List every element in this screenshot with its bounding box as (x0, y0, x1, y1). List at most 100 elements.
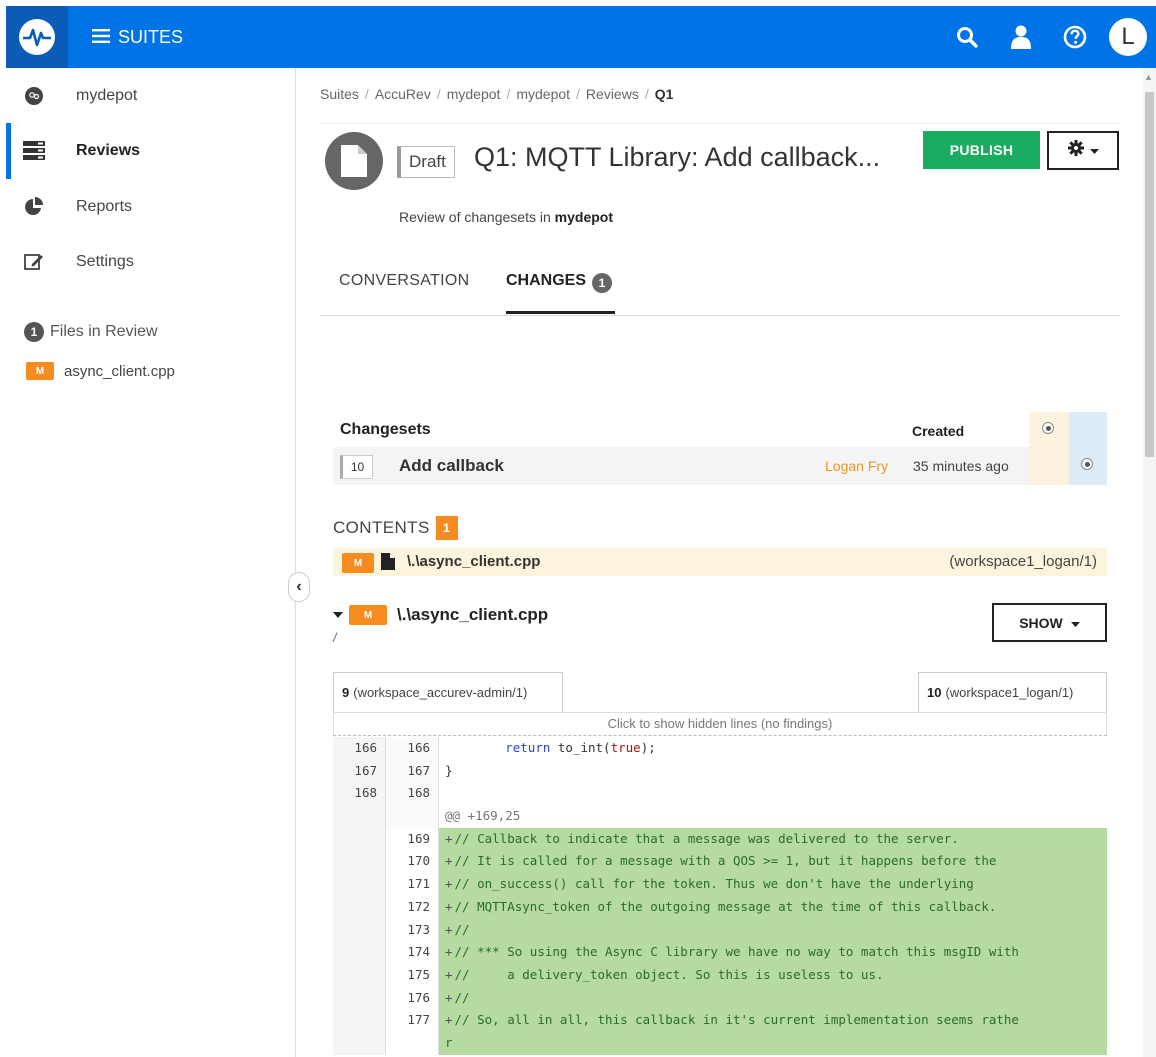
radio-button[interactable] (1042, 422, 1054, 434)
tab-changes[interactable]: CHANGES 1 (506, 272, 615, 314)
content-file-row[interactable]: M \.\async_client.cpp (workspace1_logan/… (333, 548, 1107, 576)
code-text: // (454, 989, 470, 1005)
search-icon[interactable] (940, 6, 994, 68)
breadcrumb-separator: / (506, 86, 511, 102)
changeset-number[interactable]: 10 (340, 455, 373, 479)
breadcrumb-item[interactable]: AccuRev (375, 86, 431, 102)
app-logo[interactable] (6, 6, 68, 68)
diff-line: 172 +// MQTTAsync_token of the outgoing m… (333, 895, 1107, 919)
breadcrumb-item[interactable]: mydepot (447, 86, 501, 102)
left-revision-tab[interactable]: 9 (workspace_accurev-admin/1) (333, 672, 563, 712)
breadcrumb-item[interactable]: Suites (320, 86, 359, 102)
tab-conversation[interactable]: CONVERSATION (339, 272, 469, 314)
sidebar-item-label: mydepot (76, 87, 138, 104)
code-text: // Callback to indicate that a message w… (454, 830, 959, 846)
help-icon[interactable] (1048, 6, 1102, 68)
code-cell: r (439, 1031, 1107, 1055)
right-revision-tab[interactable]: 10 (workspace1_logan/1) (918, 672, 1107, 712)
top-bar: SUITES L (6, 6, 1156, 68)
collapse-caret-icon[interactable] (333, 608, 343, 622)
breadcrumb-item[interactable]: Reviews (586, 86, 639, 102)
sidebar-item-label: Reports (76, 198, 133, 215)
added-marker: + (445, 921, 453, 937)
changesets-heading: Changesets (340, 421, 431, 438)
scrollbar-thumb[interactable] (1145, 92, 1154, 457)
right-revision-number: 10 (927, 685, 942, 700)
page-title: Q1: MQTT Library: Add callback... (474, 142, 881, 172)
added-marker: + (445, 853, 453, 869)
code-text: // on_success() call for the token. Thus… (454, 876, 974, 892)
changeset-author[interactable]: Logan Fry (825, 458, 888, 474)
right-line-number: 171 (386, 873, 439, 896)
sidebar-item-mydepot[interactable]: mydepot (6, 68, 295, 124)
pie-chart-icon (22, 195, 46, 219)
pulse-icon (19, 19, 55, 55)
depot-icon (22, 84, 46, 108)
sidebar-item-settings[interactable]: Settings (6, 234, 295, 290)
left-line-number (333, 805, 386, 828)
publish-button[interactable]: PUBLISH (923, 131, 1040, 169)
left-line-number: 166 (333, 737, 386, 760)
sidebar-file-name: async_client.cpp (64, 362, 175, 380)
subtitle-prefix: Review of changesets in (399, 209, 551, 225)
files-heading-label: Files in Review (50, 323, 158, 340)
suites-menu-button[interactable]: SUITES (92, 6, 183, 68)
sidebar-item-label: Settings (76, 253, 134, 270)
status-badge: Draft (397, 146, 455, 178)
added-marker: + (445, 830, 453, 846)
right-line-number: 170 (386, 850, 439, 874)
user-avatar-button[interactable]: L (1102, 6, 1156, 68)
left-revision-workspace: (workspace_accurev-admin/1) (353, 685, 528, 700)
left-line-number (333, 1031, 386, 1055)
added-marker: + (445, 966, 453, 982)
show-dropdown-button[interactable]: SHOW (992, 603, 1107, 642)
content-file-path: \.\async_client.cpp (407, 553, 541, 570)
right-line-number (386, 805, 439, 828)
settings-dropdown-button[interactable] (1047, 131, 1119, 170)
radio-button[interactable] (1081, 458, 1093, 470)
sidebar-item-reports[interactable]: Reports (6, 179, 295, 235)
diff-line: 167 167} (333, 759, 1107, 783)
left-line-number (333, 1009, 386, 1032)
subtitle-depot: mydepot (554, 209, 613, 225)
code-cell: +// on_success() call for the token. Thu… (439, 873, 1107, 896)
code-cell: +// Callback to indicate that a message … (439, 827, 1107, 851)
hamburger-icon (92, 27, 110, 48)
contents-label: CONTENTS (333, 518, 430, 537)
diff-line: 175 +// a delivery_token object. So this … (333, 963, 1107, 987)
user-icon[interactable] (994, 6, 1048, 68)
left-line-number (333, 827, 386, 851)
divider (320, 123, 1120, 124)
code-cell: } (439, 760, 1107, 783)
changeset-created: 35 minutes ago (913, 458, 1009, 474)
breadcrumb-separator: / (436, 86, 441, 102)
modified-badge: M (26, 362, 54, 380)
code-text: @@ +169,25 (445, 808, 521, 824)
right-line-number (386, 1031, 439, 1055)
changeset-name: Add callback (399, 456, 504, 475)
sidebar-file-item[interactable]: M async_client.cpp (26, 362, 175, 380)
code-text: // It is called for a message with a QOS… (454, 853, 997, 869)
breadcrumb-separator: / (644, 86, 649, 102)
show-hidden-lines-button[interactable]: Click to show hidden lines (no findings) (333, 712, 1107, 736)
radio-column-b (1069, 412, 1107, 485)
collapse-sidebar-button[interactable]: ‹ (288, 572, 310, 602)
scroll-up-icon[interactable]: ▲ (1144, 72, 1153, 82)
left-line-number (333, 850, 386, 874)
right-line-number: 167 (386, 759, 439, 783)
code-cell: +// a delivery_token object. So this is … (439, 963, 1107, 987)
added-marker: + (445, 944, 453, 960)
right-revision-workspace: (workspace1_logan/1) (945, 685, 1074, 700)
breadcrumb-item[interactable]: mydepot (516, 86, 570, 102)
diff-line: r (333, 1031, 1107, 1055)
files-count-badge: 1 (24, 322, 44, 342)
caret-down-icon (1070, 615, 1080, 631)
file-header: M \.\async_client.cpp (333, 605, 548, 625)
code-text: r (445, 1034, 453, 1050)
avatar: L (1109, 18, 1147, 56)
sidebar-item-reviews[interactable]: Reviews (6, 123, 295, 179)
modified-badge: M (349, 605, 387, 625)
left-line-number (333, 941, 386, 964)
review-subtitle: Review of changesets in mydepot (399, 209, 613, 225)
code-text: // a delivery_token object. So this is u… (454, 966, 884, 982)
